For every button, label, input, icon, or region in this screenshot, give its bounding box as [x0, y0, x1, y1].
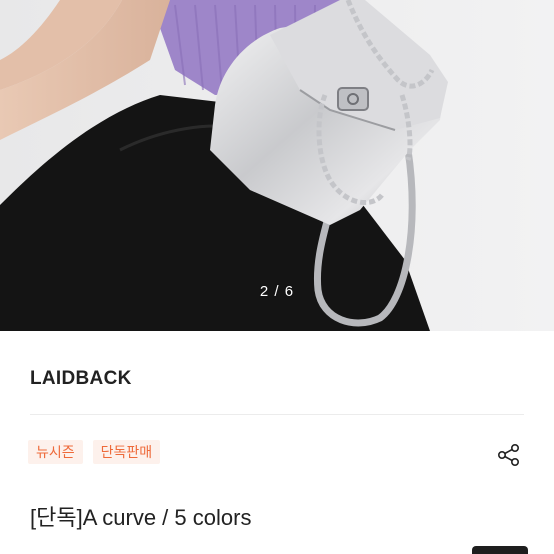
- bottom-action-bar[interactable]: [472, 546, 528, 554]
- product-title: [단독]A curve / 5 colors: [30, 505, 252, 530]
- product-tags: 뉴시즌 단독판매: [28, 440, 161, 464]
- image-page-indicator: 2 / 6: [259, 283, 295, 300]
- tag-exclusive: 단독판매: [92, 440, 161, 464]
- share-icon: [497, 443, 520, 466]
- brand-name[interactable]: LAIDBACK: [30, 368, 132, 390]
- share-button[interactable]: [494, 440, 524, 470]
- tag-new-season: 뉴시즌: [28, 440, 83, 464]
- product-image: [0, 0, 554, 331]
- product-image-carousel[interactable]: 2 / 6: [0, 0, 554, 331]
- divider: [30, 414, 524, 415]
